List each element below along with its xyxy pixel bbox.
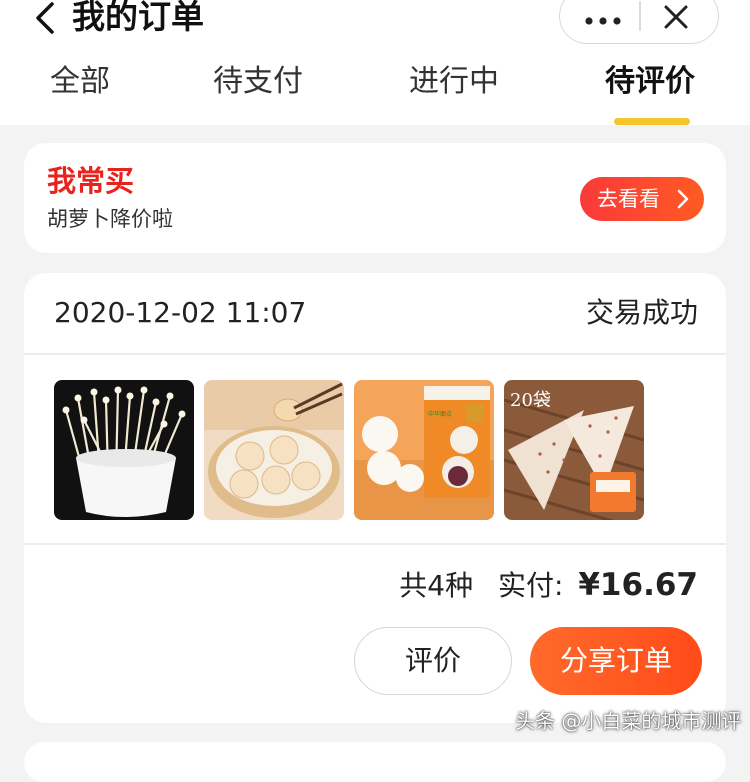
more-dots-icon[interactable]	[574, 0, 632, 35]
package-label: 中华面点	[428, 410, 452, 418]
active-tab-indicator	[614, 118, 690, 125]
next-order-card	[24, 742, 726, 782]
page-title: 我的订单	[72, 0, 204, 36]
go-see-label: 去看看	[597, 187, 660, 211]
paid-label: 实付:	[498, 569, 564, 602]
go-see-button[interactable]: 去看看	[580, 177, 704, 221]
chevron-left-icon[interactable]	[28, 0, 68, 38]
promo-card[interactable]: 我常买 胡萝卜降价啦 去看看	[24, 143, 726, 253]
steamed-bun-package-image[interactable]: 中华面点	[354, 380, 494, 520]
tab-pending-payment[interactable]: 待支付	[213, 62, 303, 102]
order-card[interactable]: 2020-12-02 11:07 交易成功 中华面点 20袋 共4种 实付: ¥…	[24, 273, 726, 723]
promo-subtitle: 胡萝卜降价啦	[47, 207, 173, 231]
order-tabs: 全部 待支付 进行中 待评价	[0, 58, 750, 118]
order-status: 交易成功	[585, 296, 698, 329]
order-divider-top	[24, 353, 726, 355]
watermark: 头条 @小白菜的城市测评	[515, 709, 742, 733]
flatbread-bag-count: 20袋	[510, 390, 551, 411]
soup-dumpling-image[interactable]	[204, 380, 344, 520]
capsule-menu	[559, 0, 719, 44]
tab-pending-review[interactable]: 待评价	[605, 62, 695, 102]
tab-all[interactable]: 全部	[50, 62, 110, 102]
promo-title: 我常买	[47, 164, 135, 198]
review-button[interactable]: 评价	[354, 627, 512, 695]
enoki-mushroom-image[interactable]	[54, 380, 194, 520]
capsule-divider	[639, 1, 641, 31]
header: 我的订单 全部 待支付 进行中 待评价	[0, 0, 750, 125]
tab-in-progress[interactable]: 进行中	[409, 62, 499, 102]
share-order-button[interactable]: 分享订单	[530, 627, 702, 695]
order-datetime: 2020-12-02 11:07	[54, 296, 307, 329]
order-divider-mid	[24, 543, 726, 545]
close-icon[interactable]	[652, 0, 702, 37]
paid-amount: ¥16.67	[578, 567, 698, 603]
item-count: 共4种	[399, 569, 474, 602]
chevron-right-icon	[677, 189, 689, 209]
order-totals: 共4种 实付: ¥16.67	[399, 565, 698, 606]
flatbread-image[interactable]: 20袋	[504, 380, 644, 520]
